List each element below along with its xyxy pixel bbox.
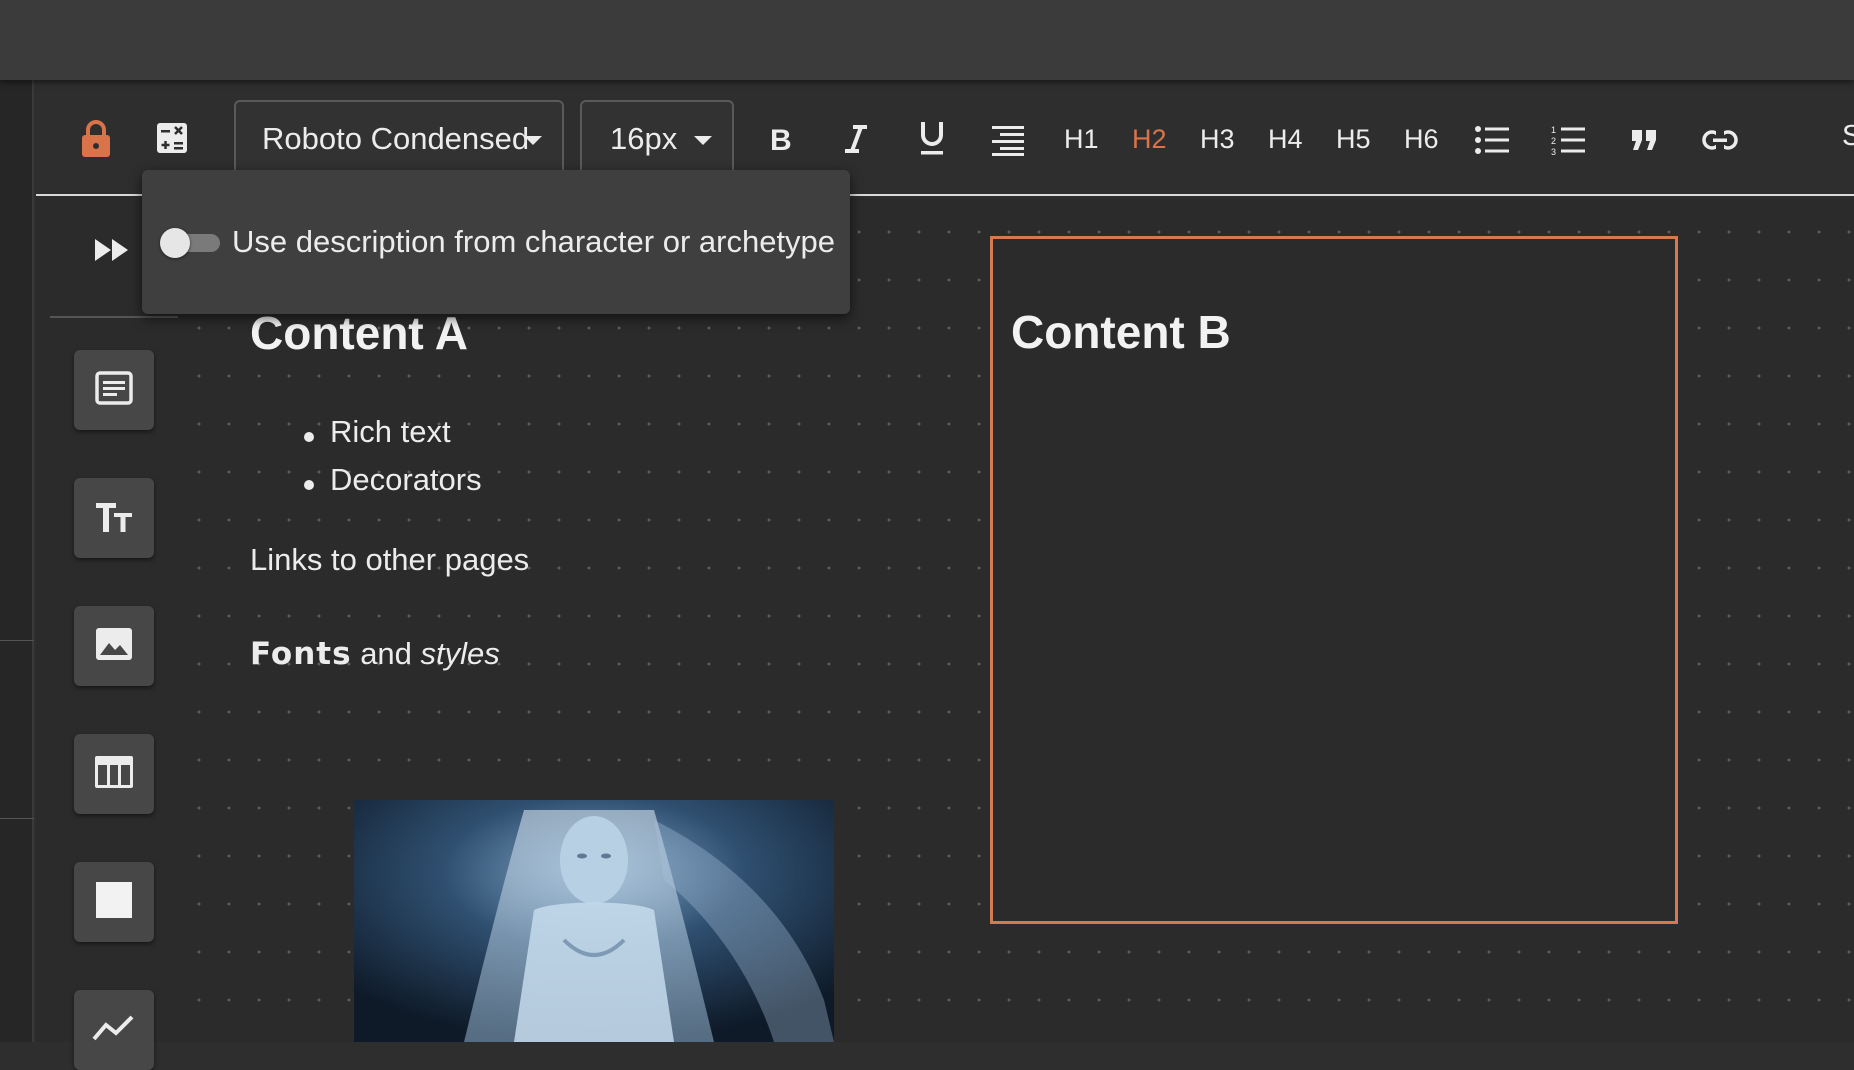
lock-icon[interactable] — [78, 118, 114, 160]
heading-1-button[interactable]: H1 — [1064, 122, 1099, 156]
heading-6-button[interactable]: H6 — [1404, 122, 1439, 156]
underline-button[interactable] — [914, 118, 950, 158]
and-word: and — [360, 636, 412, 671]
square-icon — [96, 881, 132, 923]
table-button[interactable] — [74, 734, 154, 814]
text-block-button[interactable] — [74, 350, 154, 430]
list-item: Decorators — [330, 462, 482, 497]
text-block-icon — [95, 370, 133, 410]
content-a-title: Content A — [250, 307, 469, 359]
font-size-select[interactable]: 16px — [580, 100, 734, 178]
styles-word: styles — [420, 636, 500, 671]
font-family-select[interactable]: Roboto Condensed — [234, 100, 564, 178]
shape-button[interactable] — [74, 862, 154, 942]
page-link[interactable]: Links to other pages — [250, 542, 529, 578]
list-item: Rich text — [330, 414, 451, 449]
chevron-down-icon — [524, 136, 542, 145]
bullet-dot — [304, 432, 314, 442]
align-right-button[interactable] — [990, 122, 1026, 158]
description-popover: Use description from character or archet… — [142, 170, 850, 314]
image-button[interactable] — [74, 606, 154, 686]
bullet-list-button[interactable] — [1474, 122, 1510, 158]
heading-2-button[interactable]: H2 — [1132, 122, 1167, 156]
font-size-value: 16px — [610, 121, 678, 156]
left-strip-divider — [0, 640, 34, 641]
heading-3-button[interactable]: H3 — [1200, 122, 1235, 156]
top-bar — [0, 0, 1854, 80]
heading-5-button[interactable]: H5 — [1336, 122, 1371, 156]
svg-text:2: 2 — [1551, 136, 1556, 146]
chart-button[interactable] — [74, 990, 154, 1070]
text-size-button[interactable] — [74, 478, 154, 558]
content-block-b[interactable]: Content B — [990, 236, 1678, 924]
line-chart-icon — [92, 1013, 136, 1048]
table-icon — [94, 755, 134, 794]
toolbar-overflow-label[interactable]: S — [1842, 120, 1854, 153]
quote-icon[interactable] — [1626, 122, 1662, 158]
font-family-value: Roboto Condensed — [262, 121, 530, 156]
svg-text:1: 1 — [1551, 125, 1556, 135]
heading-4-button[interactable]: H4 — [1268, 122, 1303, 156]
toggle-thumb[interactable] — [160, 228, 190, 258]
text-size-icon — [94, 499, 134, 538]
link-icon[interactable] — [1702, 122, 1738, 158]
svg-text:3: 3 — [1551, 147, 1556, 155]
italic-button[interactable] — [838, 120, 874, 158]
content-block-a[interactable]: Content A Rich text Decorators Links to … — [214, 290, 854, 710]
ghost-woman-image[interactable] — [354, 800, 834, 1042]
fonts-word: Fonts — [250, 636, 352, 672]
content-b-title: Content B — [1011, 306, 1231, 358]
bullet-dot — [304, 480, 314, 490]
fonts-and-styles-line: Fonts and styles — [250, 636, 500, 672]
numbered-list-button[interactable]: 123 — [1550, 122, 1586, 158]
fast-forward-icon[interactable] — [92, 232, 132, 268]
image-icon — [95, 627, 133, 666]
calculator-icon[interactable] — [154, 120, 190, 156]
toggle-label: Use description from character or archet… — [232, 224, 836, 259]
bold-button[interactable]: B — [762, 120, 798, 158]
chevron-down-icon — [694, 136, 712, 145]
left-strip — [0, 80, 34, 1042]
svg-text:B: B — [770, 124, 792, 154]
left-strip-divider — [0, 818, 34, 819]
sidebar-divider — [50, 316, 178, 318]
